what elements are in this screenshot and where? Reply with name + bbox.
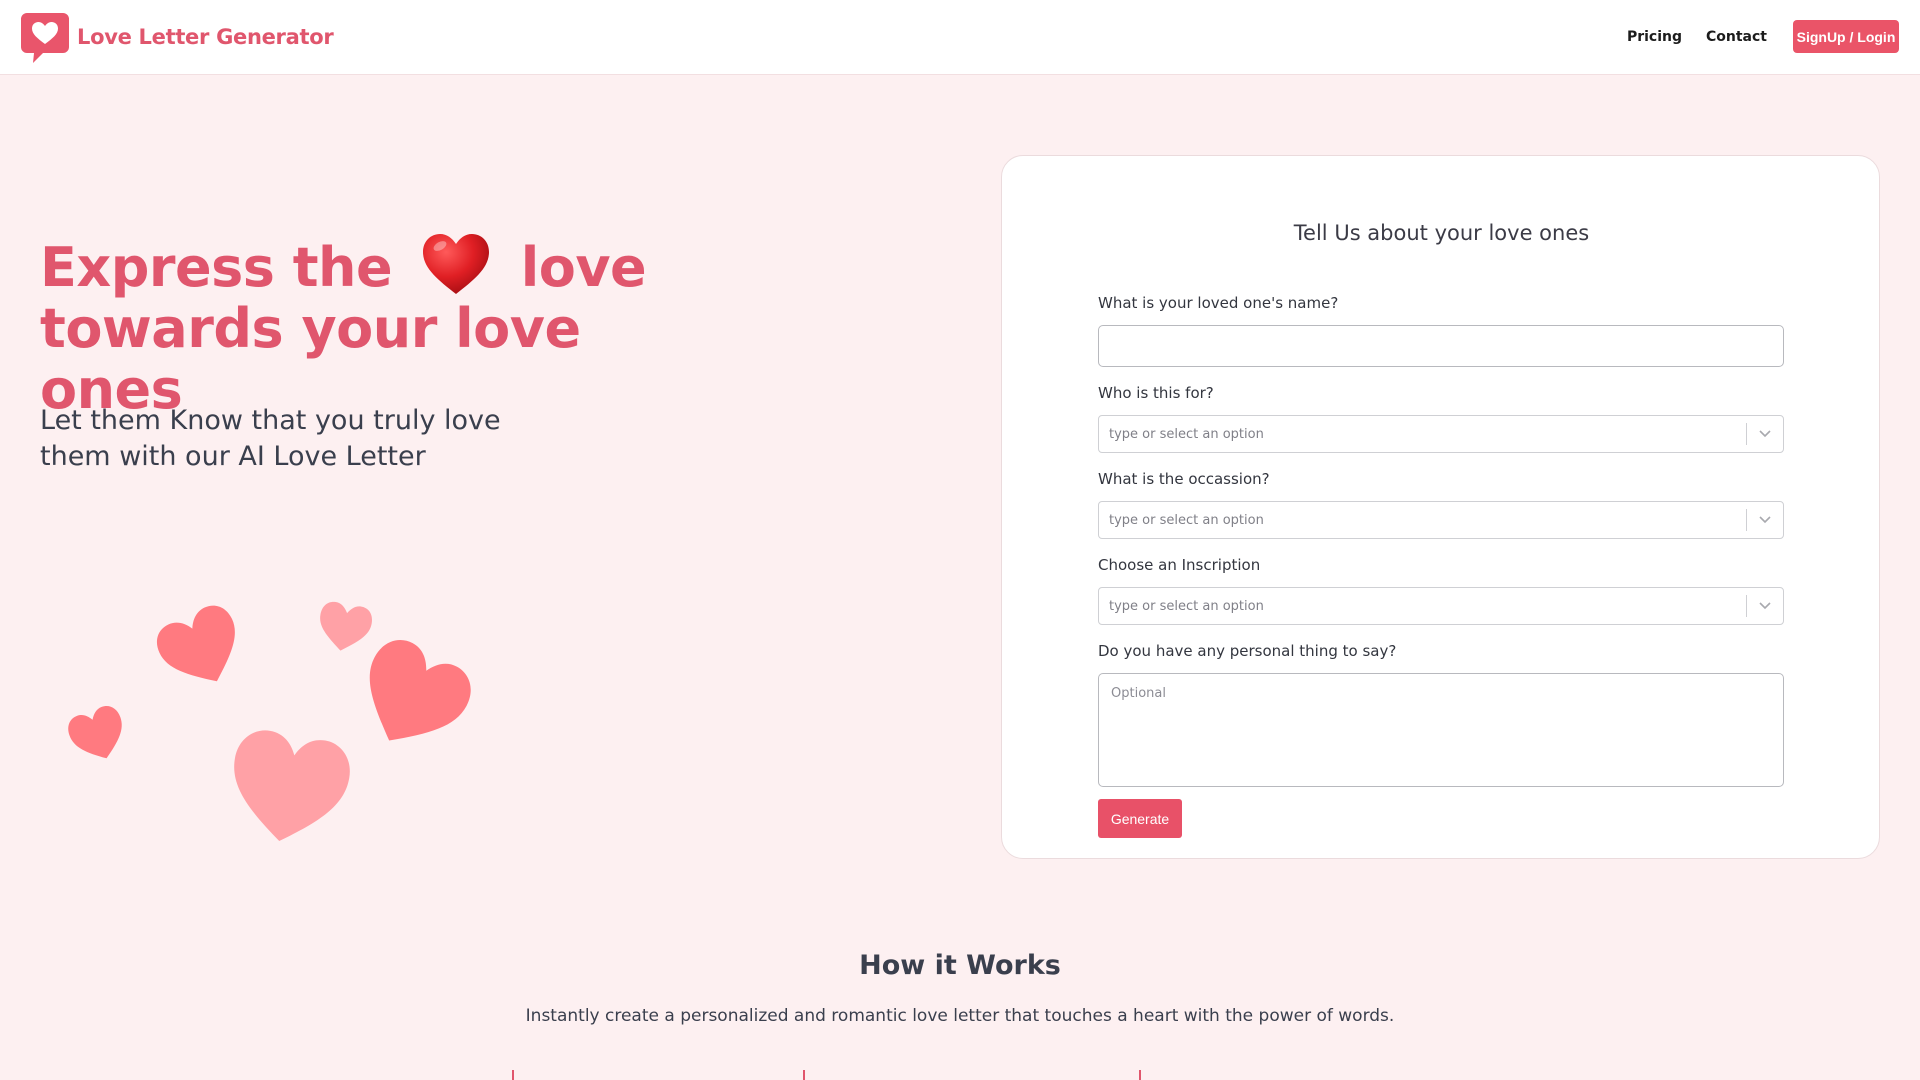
step-divider [512,1070,514,1080]
hero-title-part2: love [520,236,647,299]
inscription-field-label: Choose an Inscription [1098,556,1261,574]
heart-icon [234,730,350,842]
personal-message-label: Do you have any personal thing to say? [1098,642,1397,660]
heart-icon [369,640,471,741]
occasion-select[interactable]: type or select an option [1098,501,1784,539]
how-it-works-title: How it Works [859,950,1061,981]
nav-contact-link[interactable]: Contact [1706,29,1767,45]
personal-message-textarea[interactable] [1098,673,1784,787]
inscription-select-placeholder: type or select an option [1109,598,1264,614]
nav-pricing-link[interactable]: Pricing [1627,29,1682,45]
hero-subtitle: Let them Know that you truly love them w… [40,405,501,472]
inscription-select[interactable]: type or select an option [1098,587,1784,625]
how-it-works-subtitle: Instantly create a personalized and roma… [525,1006,1395,1026]
form-title: Tell Us about your love ones [1293,221,1590,245]
hero-title: Express the love towards your love ones [40,232,740,420]
chevron-down-icon[interactable] [1747,416,1783,452]
recipient-select-placeholder: type or select an option [1109,426,1264,442]
nav-menu: Pricing Contact SignUp / Login [1627,20,1899,53]
step-divider [1139,1070,1141,1080]
occasion-field-label: What is the occassion? [1098,470,1270,488]
heart-icon [320,601,372,651]
heart-chat-bubble-icon [21,13,69,63]
occasion-select-placeholder: type or select an option [1109,512,1264,528]
love-letter-form-card: Tell Us about your love ones What is you… [1001,155,1880,859]
name-field-label: What is your loved one's name? [1098,294,1339,312]
chevron-down-icon[interactable] [1747,588,1783,624]
step-divider [803,1070,805,1080]
heart-icon [157,605,235,682]
recipient-select[interactable]: type or select an option [1098,415,1784,453]
logo[interactable]: Love Letter Generator [19,11,334,63]
chevron-down-icon[interactable] [1747,502,1783,538]
generate-button[interactable]: Generate [1098,799,1182,838]
recipient-field-label: Who is this for? [1098,384,1214,402]
heart-icon [68,706,122,759]
loved-one-name-input[interactable] [1098,325,1784,367]
decorative-hearts-illustration [68,601,471,842]
hero-title-part1: Express the [40,236,393,299]
red-heart-emoji-icon [423,234,490,294]
logo-text: Love Letter Generator [77,25,334,49]
signup-login-button[interactable]: SignUp / Login [1793,20,1899,53]
top-navbar: Love Letter Generator Pricing Contact Si… [0,0,1920,75]
